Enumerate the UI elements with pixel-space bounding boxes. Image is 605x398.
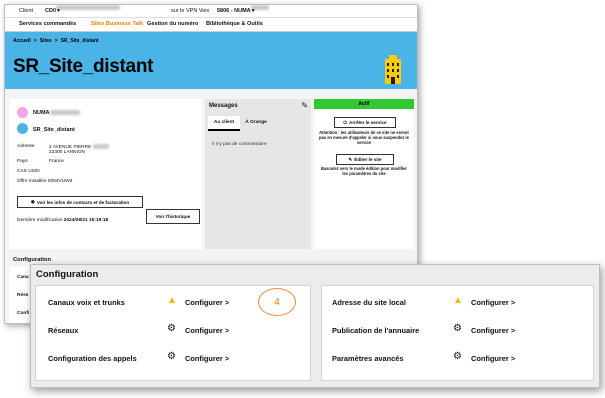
- status-badge: Actif: [314, 99, 414, 109]
- country-value: France: [49, 159, 64, 164]
- gear-icon: ⚙: [167, 351, 176, 362]
- configure-adresse-link[interactable]: Configurer >: [471, 298, 515, 307]
- site-name: SR_Site_distant: [33, 127, 75, 133]
- tab-au-client[interactable]: Au client: [208, 116, 240, 131]
- messages-title: Messages: [209, 103, 238, 109]
- page-title: SR_Site_distant: [13, 56, 154, 77]
- config-label-appels: Configuration des appels: [48, 354, 137, 363]
- eye-icon: ◉: [30, 199, 35, 204]
- site-avatar: [17, 123, 28, 134]
- client-label: Client: [19, 8, 34, 14]
- edit-site-button[interactable]: ✎ Éditer le site: [336, 154, 394, 165]
- stop-service-note: Attention : les utilisateurs de ce site …: [319, 130, 409, 145]
- breadcrumb-sites[interactable]: Sites: [40, 38, 52, 44]
- power-icon: ⏻: [343, 120, 348, 125]
- site-info-card: NUMA SR_Site_distant Adresse 2 AVENUE PI…: [9, 99, 202, 249]
- configure-avances-link[interactable]: Configurer >: [471, 354, 515, 363]
- messages-empty-text: Il n'y pas de commentaire: [212, 142, 267, 147]
- warning-icon: ▲: [167, 295, 177, 306]
- config-label-adresse: Adresse du site local: [332, 298, 406, 307]
- breadcrumb-home[interactable]: Accueil: [13, 38, 31, 44]
- nav-library[interactable]: Bibliothèque & Outils: [206, 18, 263, 31]
- configuration-card-right: Adresse du site local ▲ Configurer > Pub…: [321, 285, 594, 381]
- annotation-number-4: 4: [258, 288, 296, 316]
- top-bar: Client CD0 ▼ sur le VPN Voix 5806 - NUMA…: [5, 5, 417, 18]
- pencil-icon[interactable]: ✎: [301, 101, 308, 110]
- service-status-panel: Actif ⏻ Arrêter le service Attention : le…: [314, 99, 414, 249]
- tab-a-orange[interactable]: À Orange: [240, 116, 272, 129]
- configure-reseaux-link[interactable]: Configurer >: [185, 326, 229, 335]
- stop-service-button[interactable]: ⏻ Arrêter le service: [334, 117, 396, 128]
- gear-icon: ⚙: [167, 323, 176, 334]
- config-bg-item: Rése: [17, 293, 29, 298]
- client-select[interactable]: CD0 ▼: [45, 5, 121, 17]
- country-label: Pays: [17, 159, 28, 164]
- config-label-avances: Paramètres avancés: [332, 354, 404, 363]
- building-illustration: [385, 55, 401, 84]
- config-bg-item: Cana: [17, 275, 29, 280]
- config-label-annuaire: Publication de l'annuaire: [332, 326, 420, 335]
- cas-label: CAS USID: [17, 169, 40, 174]
- site-header-banner: Accueil > Sites > SR_Site_distant SR_Site_di…: [5, 32, 417, 89]
- address-line2: 22300 LANNION: [49, 150, 85, 155]
- nav-services[interactable]: Services commandés: [19, 18, 76, 31]
- breadcrumb-current: SR_Site_distant: [60, 38, 99, 44]
- voip-label: sur le VPN Voix: [171, 8, 210, 14]
- config-label-canaux: Canaux voix et trunks: [48, 298, 125, 307]
- address-line1: 2 AVENUE PIERRE: [49, 144, 109, 150]
- configure-annuaire-link[interactable]: Configurer >: [471, 326, 515, 335]
- breadcrumb: Accueil > Sites > SR_Site_distant: [13, 38, 99, 44]
- history-button[interactable]: Voir l'historique: [146, 209, 200, 224]
- voip-select[interactable]: 5806 - NUMA ▼: [217, 5, 269, 17]
- main-nav: Services commandés Sites Business Talk G…: [5, 18, 417, 32]
- configuration-title: Configuration: [36, 269, 99, 280]
- edit-site-note: Basculez vers le mode édition pour modif…: [321, 166, 407, 176]
- config-label-reseaux: Réseaux: [48, 326, 79, 335]
- configuration-heading-background: Configuration: [13, 257, 51, 263]
- configuration-zoom-panel: Configuration Canaux voix et trunks ▲ Co…: [30, 264, 600, 388]
- warning-icon: ▲: [453, 295, 463, 306]
- config-bg-item: Confi: [17, 311, 30, 316]
- messages-panel: Messages ✎ Au client À Orange Il n'y pas…: [205, 99, 311, 249]
- offer-label: Offre installée 0054VUW3: [17, 179, 73, 184]
- nav-sites[interactable]: Sites Business Talk: [91, 18, 143, 31]
- address-label: Adresse: [17, 144, 35, 149]
- configure-appels-link[interactable]: Configurer >: [185, 354, 229, 363]
- contacts-button[interactable]: ◉ Voir les infos de contacts et de factur…: [17, 196, 143, 208]
- nav-numbers[interactable]: Gestion du numéro: [147, 18, 198, 31]
- account-name: NUMA: [33, 110, 80, 116]
- pencil-icon: ✎: [348, 156, 353, 162]
- configure-canaux-link[interactable]: Configurer >: [185, 298, 229, 307]
- account-avatar: [17, 107, 28, 118]
- gear-icon: ⚙: [453, 351, 462, 362]
- last-modified: Dernière modification 2024/08/21 15:19:1…: [17, 218, 109, 223]
- gear-icon: ⚙: [453, 323, 462, 334]
